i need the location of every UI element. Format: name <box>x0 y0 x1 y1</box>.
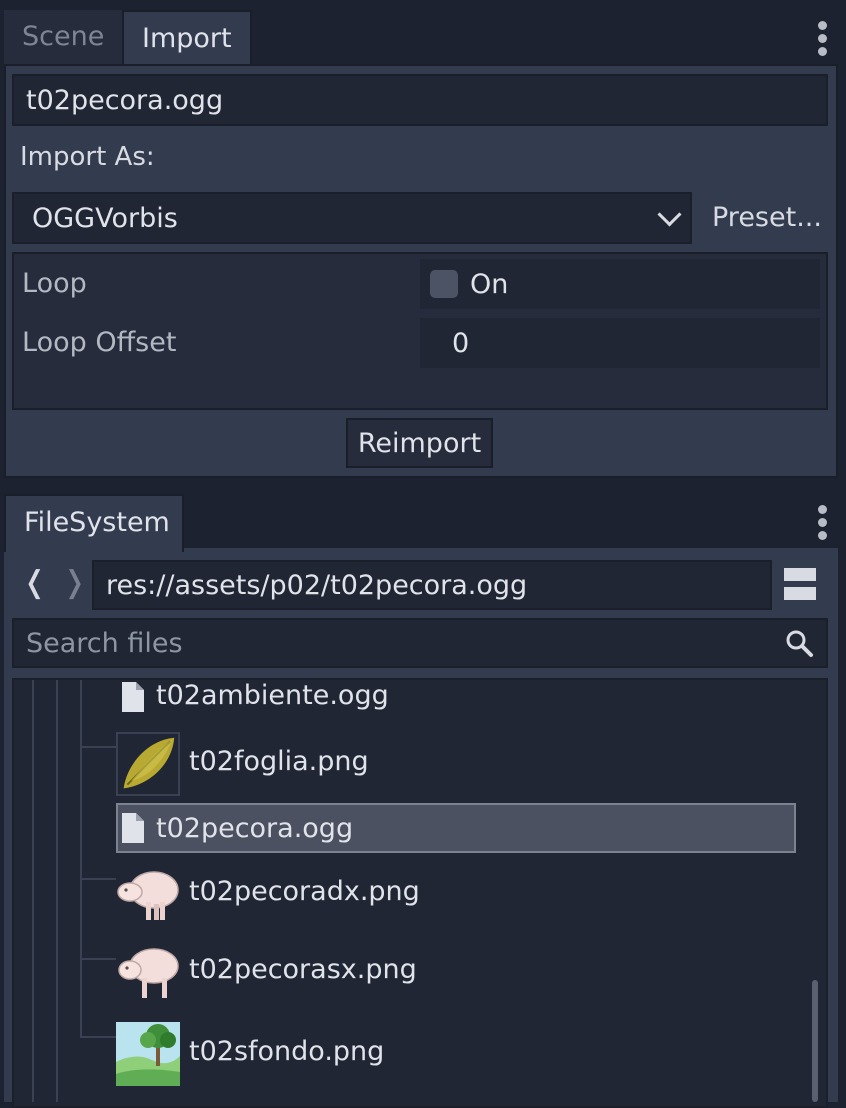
preset-button[interactable]: Preset... <box>712 202 822 233</box>
filesystem-dock-menu-icon[interactable] <box>816 505 828 544</box>
tree-branch <box>80 1036 116 1038</box>
tab-filesystem[interactable]: FileSystem <box>4 494 184 552</box>
loop-checkbox-label: On <box>470 268 509 300</box>
reimport-button[interactable]: Reimport <box>346 418 493 468</box>
importer-value: OGGVorbis <box>32 202 178 234</box>
tree-branch <box>80 958 116 960</box>
import-filename-field: t02pecora.ogg <box>12 74 828 126</box>
importer-select[interactable]: OGGVorbis <box>12 192 692 244</box>
path-field[interactable]: res://assets/p02/t02pecora.ogg <box>92 560 772 610</box>
list-item-selected[interactable]: t02pecora.ogg <box>116 803 796 853</box>
checkbox-icon <box>430 270 458 298</box>
tab-scene[interactable]: Scene <box>4 10 122 66</box>
property-loop-offset-label: Loop Offset <box>22 327 177 358</box>
split-view-icon[interactable] <box>784 568 816 600</box>
list-item[interactable]: t02pecorasx.png <box>116 940 798 1004</box>
import-as-label: Import As: <box>20 142 155 172</box>
file-name: t02foglia.png <box>189 746 369 777</box>
list-item[interactable]: t02ambiente.ogg <box>118 680 798 720</box>
chevron-down-icon <box>657 202 682 227</box>
search-placeholder: Search files <box>26 627 183 659</box>
file-name: t02ambiente.ogg <box>156 680 389 711</box>
loop-checkbox[interactable]: On <box>420 259 820 309</box>
tree-branch <box>80 746 116 748</box>
audio-file-icon <box>122 813 144 843</box>
tree-scrollbar[interactable] <box>812 980 818 1102</box>
file-name: t02pecora.ogg <box>156 813 354 844</box>
file-name: t02sfondo.png <box>189 1036 385 1067</box>
audio-file-icon <box>122 682 144 712</box>
sheep-left-thumbnail <box>118 948 179 998</box>
list-item[interactable]: t02sfondo.png <box>116 1022 798 1086</box>
file-name: t02pecoradx.png <box>189 876 420 907</box>
tree-guide-line <box>80 680 82 1038</box>
back-arrow-icon[interactable]: ❬ <box>22 565 47 600</box>
sheep-right-thumbnail <box>117 871 179 920</box>
tree-branch <box>80 878 116 880</box>
background-thumbnail <box>116 1022 180 1086</box>
search-input[interactable]: Search files <box>12 618 828 668</box>
tree-guide-line <box>56 680 58 1102</box>
import-dock-menu-icon[interactable] <box>816 21 828 60</box>
forward-arrow-icon[interactable]: ❭ <box>62 565 87 600</box>
list-item[interactable]: t02foglia.png <box>116 732 798 796</box>
search-icon <box>786 630 813 657</box>
leaf-thumbnail <box>116 732 180 796</box>
list-item[interactable]: t02pecoradx.png <box>116 862 798 926</box>
tab-import[interactable]: Import <box>122 10 252 66</box>
tree-guide-line <box>32 680 34 1102</box>
file-name: t02pecorasx.png <box>189 954 417 985</box>
property-loop-label: Loop <box>22 268 87 299</box>
loop-offset-input[interactable]: 0 <box>420 318 820 368</box>
